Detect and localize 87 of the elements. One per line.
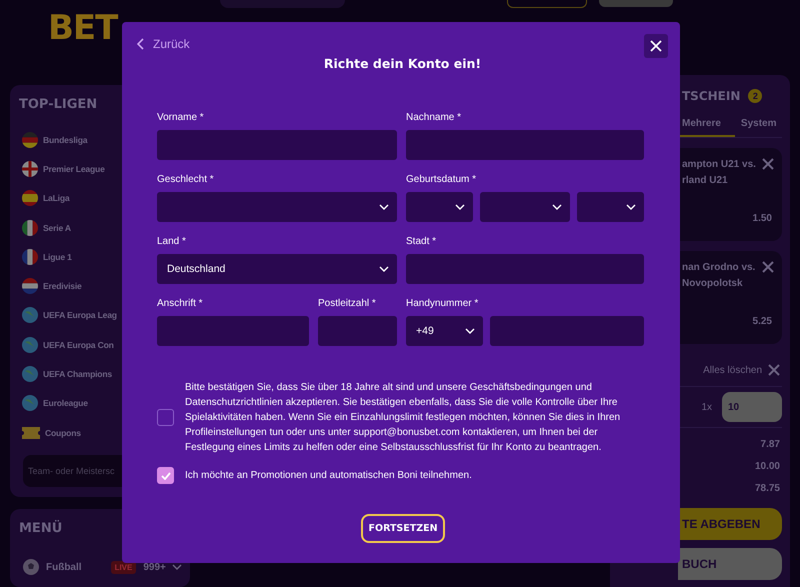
flag-icon [22,190,38,206]
checkmark-icon [160,472,170,480]
ball-icon [23,559,39,576]
betslip-tab[interactable]: System [738,111,790,137]
globe-icon [22,307,38,324]
multiplier-label: 1x [701,402,712,412]
league-item[interactable]: Coupons [19,418,81,448]
select-field[interactable] [157,192,397,222]
input-field[interactable] [157,316,309,346]
field-label: Postleitzahl * [318,298,377,310]
continue-button[interactable]: FORTSETZEN [360,514,444,543]
checkbox[interactable] [157,409,174,426]
back-link[interactable]: Zurück [137,37,190,51]
league-item[interactable]: Serie A [19,212,71,242]
league-item[interactable]: Eredivisie [19,271,82,301]
chevron-down-icon [552,204,562,210]
header-button[interactable] [599,0,673,7]
league-item[interactable]: UEFA Europa Con [19,330,114,360]
flag-icon [22,220,38,236]
chevron-down-icon [172,564,182,570]
betslip-title: TSCHEIN [682,89,740,103]
chevron-down-icon [626,204,636,210]
flag-icon [22,278,38,294]
field-label: Vorname * [157,112,205,124]
flag-icon [22,248,38,265]
consent-text: Bitte bestätigen Sie, dass Sie über 18 Jahre alt sind und unsere Geschäftsbedingungen und Datenschutzrichtlinien akzeptieren. Sie bestätigen ebenfalls, dass Sie die volle Kontrolle über Ihre Spielaktivitäten haben. Wenn Sie ein Einzahlungslimit festlegen möchten, können Sie dies in Ihren Profileinstellungen tun oder uns unter support@bonusbet.com kontaktieren, um Ihnen bei der Festlegung eines Limits zu helfen oder eine Selbstausschlussfrist für Ihr Konto zu beantragen. [185,381,622,455]
league-item[interactable]: Premier League [19,154,105,184]
header-button[interactable] [507,0,587,8]
stake-field[interactable]: 10 [722,392,782,422]
input-field[interactable] [406,130,644,160]
match-name: ampton U21 vs. rland U21 [682,158,756,188]
chevron-down-icon [465,328,475,334]
count-badge: 2 [748,89,762,103]
consent-text: Ich möchte an Promotionen und automatischen Boni teilnehmen. [185,469,472,483]
close-icon[interactable] [762,261,774,273]
field-label: Nachname * [406,112,462,124]
bet-button[interactable]: BUCH [678,548,782,580]
clear-all-link[interactable]: Alles löschen [697,363,782,377]
submit-bet-button[interactable]: TE ABGEBEN [678,508,782,540]
field-label: Geschlecht * [157,174,215,186]
close-button[interactable] [644,34,668,58]
ticket-icon [22,426,40,439]
league-item[interactable]: UEFA Europa Leag [19,300,117,330]
menu-title: MENÜ [19,521,64,538]
total-value: 78.75 [754,482,781,496]
chevron-down-icon [379,266,389,272]
chevron-down-icon [455,204,465,210]
event-count: 999+ [143,562,166,573]
flag-icon [22,132,38,148]
league-item[interactable]: Euroleague [19,388,88,418]
match-name: nan Grodno vs. Novopolotsk [682,261,756,291]
chevron-left-icon [137,38,144,50]
globe-icon [22,366,38,382]
total-value: 10.00 [754,460,781,474]
odds-value: 5.25 [752,315,772,329]
field-label: Geburtsdatum * [406,174,478,186]
input-field[interactable] [157,130,397,160]
select-field[interactable] [406,192,473,222]
checkbox[interactable] [157,467,174,484]
close-icon[interactable] [762,158,774,170]
close-icon [768,364,780,376]
globe-icon [22,395,38,412]
search-field[interactable]: Team- oder Meistersc [23,455,123,488]
total-value: 7.87 [760,438,781,452]
select-field[interactable]: Deutschland [157,254,397,284]
input-field[interactable] [318,316,397,346]
menu-label: Fußball [46,562,82,573]
globe-icon [22,336,38,353]
league-item[interactable]: Bundesliga [19,125,88,154]
input-field[interactable] [490,316,644,346]
select-field[interactable] [577,192,644,222]
modal-title: Richte dein Konto ein! [322,56,482,71]
field-label: Handynummer * [406,298,480,310]
flag-icon [22,160,38,177]
close-icon [650,40,662,52]
select-field[interactable] [480,192,570,222]
chevron-down-icon [379,204,389,210]
country-code-select[interactable]: +49 [406,316,483,346]
field-label: Anschrift * [157,298,204,310]
logo[interactable]: BET [48,0,118,48]
league-item[interactable]: LaLiga [19,184,70,213]
league-item[interactable]: Ligue 1 [19,242,72,272]
field-label: Land * [157,236,187,248]
league-item[interactable]: UEFA Champions [19,359,112,389]
field-label: Stadt * [406,236,438,248]
input-field[interactable] [406,254,644,284]
odds-value: 1.50 [752,212,772,226]
